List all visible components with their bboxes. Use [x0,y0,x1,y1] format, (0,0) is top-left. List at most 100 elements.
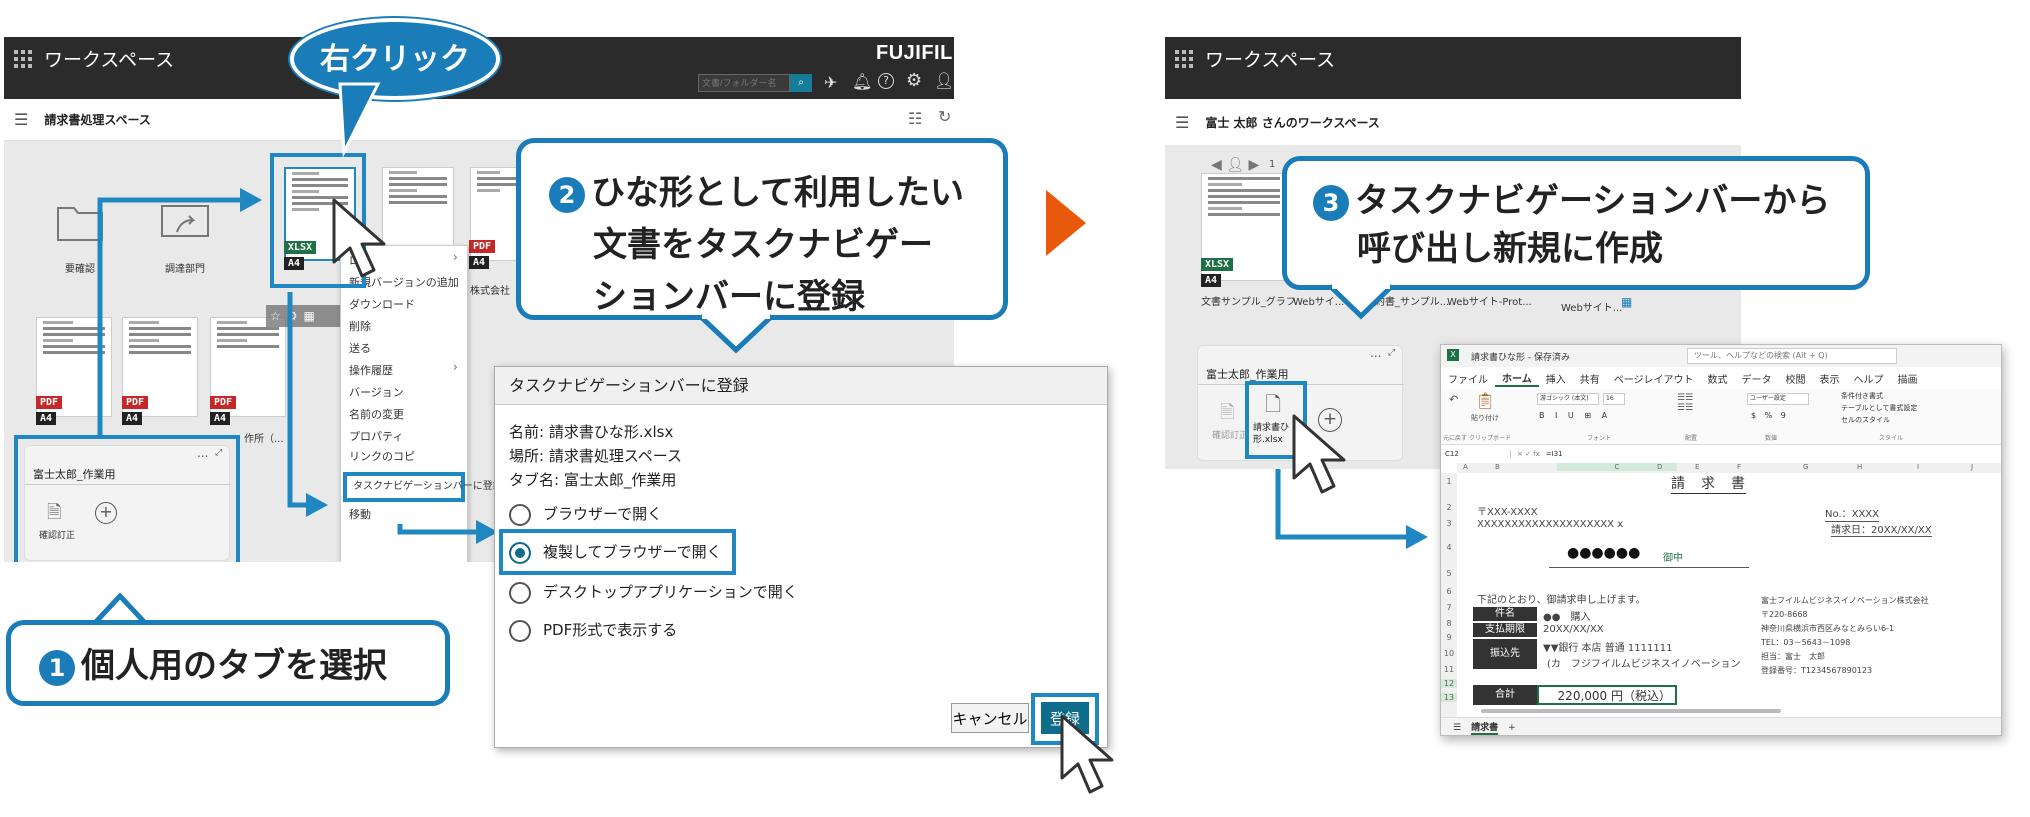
row-header[interactable]: 1 [1441,477,1457,486]
radio-button[interactable] [509,503,531,526]
radio-label: ブラウザーで開く [543,505,663,523]
document-check-icon[interactable]: 🗎 [1220,400,1234,430]
label-item: 件名 [1473,607,1537,621]
radio-button-selected[interactable] [509,541,531,564]
register-dialog: タスクナビゲーションバーに登録 名前: 請求書ひな形.xlsx 場所: 請求書処… [494,366,1108,748]
cond-format-item[interactable]: 条件付き書式 [1841,391,1883,401]
document-label: Webサイト-Prot... [1447,297,1532,308]
step1-callout: 1 個人用のタブを選択 [6,620,450,706]
invoice-zip: 〒XXX-XXXX [1477,507,1538,518]
col-header[interactable]: A [1463,463,1468,471]
col-header[interactable]: E [1695,463,1699,471]
row-header[interactable]: 10 [1441,649,1457,658]
row-header[interactable]: 3 [1441,519,1457,528]
col-header[interactable]: F [1737,463,1741,471]
row-header[interactable]: 9 [1441,633,1457,642]
sheet-tab[interactable]: 請求書 [1471,720,1499,735]
ribbon-tab[interactable]: 校閲 [1779,371,1813,386]
cancel-button[interactable]: キャンセル [951,703,1029,733]
number-icons[interactable]: $ % 9 [1751,411,1789,420]
cell-ref-box[interactable]: C12 [1441,450,1511,458]
col-header[interactable]: G [1803,463,1808,471]
number-format-select[interactable]: ユーザー設定 [1747,393,1809,405]
ribbon-tab[interactable]: ヘルプ [1847,371,1891,386]
row-header[interactable]: 8 [1441,619,1457,628]
dialog-tab-line: タブ名: 富士太郎_作業用 [509,471,677,489]
align-icons[interactable]: ☰☰ ☰☰ [1677,393,1693,413]
ribbon-tab[interactable]: 共有 [1573,371,1607,386]
document-thumbnail-xlsx[interactable]: XLSX A4 [1201,173,1287,287]
radio-button[interactable] [509,619,531,642]
step3-number: 3 [1313,184,1349,221]
ribbon-tab[interactable]: 描画 [1891,371,1925,386]
mouse-pointer-icon [1292,414,1346,494]
excel-search-box[interactable]: ツール、ヘルプなどの検索 (Alt + Q) [1687,348,1897,364]
ribbon-tab[interactable]: 表示 [1813,371,1847,386]
row-header[interactable]: 13 [1441,693,1457,702]
expand-icon[interactable]: ⤢ [1388,348,1395,358]
col-header[interactable]: I [1917,463,1919,471]
col-header[interactable]: J [1971,463,1973,471]
more-dots-icon[interactable]: ... [1370,346,1381,360]
radio-option-selected[interactable]: 複製してブラウザーで開く [499,529,736,575]
row-header[interactable]: 5 [1441,569,1457,578]
value-bank-2: (カ フジフイルムビジネスイノベーション [1547,659,1741,670]
personal-tab-title: 富士太郎_作業用 [1206,368,1289,381]
template-item-label-2: 形.xlsx [1253,435,1283,445]
ribbon-tab-active[interactable]: ホーム [1495,370,1539,387]
row-header[interactable]: 6 [1441,587,1457,596]
mouse-pointer-icon [1060,714,1114,794]
ribbon-tab[interactable]: データ [1735,371,1779,386]
company-address: 神奈川県横浜市西区みなとみらい6-1 [1761,624,1895,633]
row-headers: 1 2 3 4 5 6 7 8 9 10 11 12 13 [1441,473,1457,717]
document-icon: 🗋 [1265,392,1282,416]
excel-ribbon-tabs: ファイル ホーム 挿入 共有 ページレイアウト 数式 データ 校閲 表示 ヘルプ… [1441,369,1925,387]
step2-number: 2 [549,176,585,213]
row-header[interactable]: 11 [1441,665,1457,674]
radio-button[interactable] [509,581,531,604]
radio-option[interactable]: デスクトップアプリケーションで開く [509,573,798,611]
ribbon-tab[interactable]: 挿入 [1539,371,1573,386]
ribbon-tab[interactable]: ページレイアウト [1607,371,1701,386]
excel-window: X 請求書ひな形 - 保存済み ツール、ヘルプなどの検索 (Alt + Q) フ… [1440,344,2002,736]
mouse-pointer-icon [332,198,386,278]
horizontal-scrollbar[interactable] [1481,709,1781,713]
add-sheet-icon[interactable]: + [1508,723,1516,733]
value-total[interactable]: 220,000 円（税込） [1537,685,1677,705]
clipboard-label: クリップボード [1469,435,1512,442]
undo-icon[interactable]: ↶ [1449,393,1458,406]
row-header[interactable]: 12 [1441,679,1457,688]
apps-grid-icon[interactable] [1175,50,1193,68]
excel-title-bar: X 請求書ひな形 - 保存済み ツール、ヘルプなどの検索 (Alt + Q) [1441,345,2001,367]
col-header[interactable]: H [1857,463,1862,471]
menu-icon[interactable]: ☰ [1175,113,1189,132]
row-header[interactable]: 4 [1441,543,1457,552]
xlsx-badge: XLSX [1201,258,1234,271]
font-size-select[interactable]: 16 [1603,393,1625,405]
ribbon-tab[interactable]: ファイル [1441,371,1495,386]
company-regno: 登録番号：T1234567890123 [1761,666,1873,675]
formula-input[interactable]: =I31 [1546,450,1563,458]
step3-text: タスクナビゲーションバーから [1355,181,1831,221]
invoice-client: ●●●●●● [1567,545,1641,561]
font-name-select[interactable]: 游ゴシック (本文) [1537,393,1599,405]
step2-callout-tail [698,314,774,354]
excel-ribbon: ↶ 元に戻す 📋︎ 貼り付け クリップボード 游ゴシック (本文) 16 B I… [1441,389,2001,445]
personal-tab-item-label: 確認訂正 [1212,431,1249,441]
table-format-item[interactable]: テーブルとして書式設定 [1841,403,1917,413]
radio-option[interactable]: ブラウザーで開く [509,495,662,533]
bold-italic-underline-icons[interactable]: B I U ⊞ A [1539,411,1611,420]
ribbon-tab[interactable]: 数式 [1701,371,1735,386]
col-header[interactable]: D [1657,463,1662,471]
cell-style-item[interactable]: セルのスタイル [1841,415,1890,425]
document-label: 文書サンプル_グラフ [1201,297,1296,308]
col-header[interactable]: B [1495,463,1500,471]
radio-option[interactable]: PDF形式で表示する [509,611,677,649]
row-header[interactable]: 2 [1441,503,1457,512]
right-workspace-name: 富士 太郎 さんのワークスペース [1205,115,1380,130]
row-header[interactable]: 7 [1441,603,1457,612]
client-underline [1549,567,1749,568]
paste-icon[interactable]: 📋︎ [1475,391,1495,410]
dialog-title: タスクナビゲーションバーに登録 [495,367,1107,405]
sheet-list-icon[interactable]: ☰ [1453,723,1461,733]
